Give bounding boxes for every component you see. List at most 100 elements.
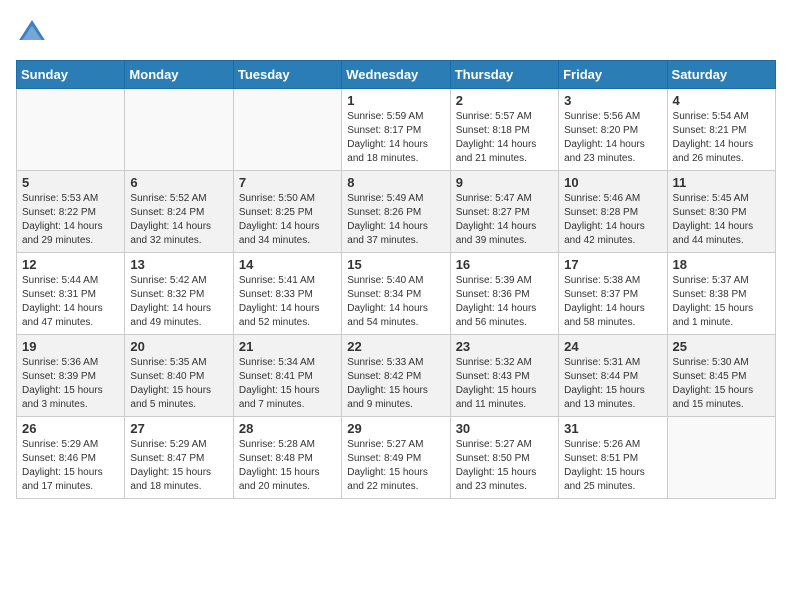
day-info: Sunrise: 5:33 AM Sunset: 8:42 PM Dayligh… <box>347 356 444 412</box>
day-info: Sunrise: 5:50 AM Sunset: 8:25 PM Dayligh… <box>239 192 336 248</box>
day-info: Sunrise: 5:28 AM Sunset: 8:48 PM Dayligh… <box>239 438 336 494</box>
day-number: 16 <box>456 257 553 272</box>
calendar-cell <box>667 417 775 499</box>
day-number: 14 <box>239 257 336 272</box>
column-header-thursday: Thursday <box>450 61 558 89</box>
column-header-sunday: Sunday <box>17 61 125 89</box>
calendar-cell: 1 Sunrise: 5:59 AM Sunset: 8:17 PM Daylig… <box>342 89 450 171</box>
day-info: Sunrise: 5:59 AM Sunset: 8:17 PM Dayligh… <box>347 110 444 166</box>
logo-icon <box>16 16 48 48</box>
day-number: 6 <box>130 175 227 190</box>
calendar-week-2: 5 Sunrise: 5:53 AM Sunset: 8:22 PM Daylig… <box>17 171 776 253</box>
calendar-table: SundayMondayTuesdayWednesdayThursdayFrid… <box>16 60 776 499</box>
day-info: Sunrise: 5:31 AM Sunset: 8:44 PM Dayligh… <box>564 356 661 412</box>
day-number: 26 <box>22 421 119 436</box>
day-info: Sunrise: 5:46 AM Sunset: 8:28 PM Dayligh… <box>564 192 661 248</box>
day-number: 20 <box>130 339 227 354</box>
calendar-cell: 24Sunrise: 5:31 AM Sunset: 8:44 PM Dayli… <box>559 335 667 417</box>
day-info: Sunrise: 5:44 AM Sunset: 8:31 PM Dayligh… <box>22 274 119 330</box>
day-number: 29 <box>347 421 444 436</box>
day-info: Sunrise: 5:53 AM Sunset: 8:22 PM Dayligh… <box>22 192 119 248</box>
day-info: Sunrise: 5:35 AM Sunset: 8:40 PM Dayligh… <box>130 356 227 412</box>
day-number: 18 <box>673 257 770 272</box>
day-info: Sunrise: 5:37 AM Sunset: 8:38 PM Dayligh… <box>673 274 770 330</box>
day-number: 12 <box>22 257 119 272</box>
calendar-cell: 13 Sunrise: 5:42 AM Sunset: 8:32 PM Dayli… <box>125 253 233 335</box>
calendar-cell: 29 Sunrise: 5:27 AM Sunset: 8:49 PM Dayli… <box>342 417 450 499</box>
calendar-cell: 17 Sunrise: 5:38 AM Sunset: 8:37 PM Dayli… <box>559 253 667 335</box>
calendar-cell: 30 Sunrise: 5:27 AM Sunset: 8:50 PM Dayli… <box>450 417 558 499</box>
calendar-cell: 20 Sunrise: 5:35 AM Sunset: 8:40 PM Dayli… <box>125 335 233 417</box>
day-info: Sunrise: 5:38 AM Sunset: 8:37 PM Dayligh… <box>564 274 661 330</box>
day-info: Sunrise: 5:39 AM Sunset: 8:36 PM Dayligh… <box>456 274 553 330</box>
calendar-week-5: 26 Sunrise: 5:29 AM Sunset: 8:46 PM Dayli… <box>17 417 776 499</box>
day-number: 28 <box>239 421 336 436</box>
day-number: 9 <box>456 175 553 190</box>
calendar-week-3: 12 Sunrise: 5:44 AM Sunset: 8:31 PM Dayli… <box>17 253 776 335</box>
column-header-tuesday: Tuesday <box>233 61 341 89</box>
day-info: Sunrise: 5:27 AM Sunset: 8:50 PM Dayligh… <box>456 438 553 494</box>
column-header-saturday: Saturday <box>667 61 775 89</box>
day-info: Sunrise: 5:42 AM Sunset: 8:32 PM Dayligh… <box>130 274 227 330</box>
day-number: 2 <box>456 93 553 108</box>
calendar-cell: 28 Sunrise: 5:28 AM Sunset: 8:48 PM Dayli… <box>233 417 341 499</box>
calendar-cell: 15Sunrise: 5:40 AM Sunset: 8:34 PM Dayli… <box>342 253 450 335</box>
day-number: 11 <box>673 175 770 190</box>
calendar-cell: 3 Sunrise: 5:56 AM Sunset: 8:20 PM Daylig… <box>559 89 667 171</box>
column-header-friday: Friday <box>559 61 667 89</box>
calendar-cell: 31Sunrise: 5:26 AM Sunset: 8:51 PM Dayli… <box>559 417 667 499</box>
calendar-cell: 21Sunrise: 5:34 AM Sunset: 8:41 PM Dayli… <box>233 335 341 417</box>
calendar-cell: 14 Sunrise: 5:41 AM Sunset: 8:33 PM Dayli… <box>233 253 341 335</box>
day-info: Sunrise: 5:57 AM Sunset: 8:18 PM Dayligh… <box>456 110 553 166</box>
calendar-cell: 27 Sunrise: 5:29 AM Sunset: 8:47 PM Dayli… <box>125 417 233 499</box>
day-info: Sunrise: 5:30 AM Sunset: 8:45 PM Dayligh… <box>673 356 770 412</box>
day-number: 23 <box>456 339 553 354</box>
day-number: 31 <box>564 421 661 436</box>
calendar-cell: 4Sunrise: 5:54 AM Sunset: 8:21 PM Daylig… <box>667 89 775 171</box>
calendar-cell: 6 Sunrise: 5:52 AM Sunset: 8:24 PM Daylig… <box>125 171 233 253</box>
calendar-week-4: 19Sunrise: 5:36 AM Sunset: 8:39 PM Dayli… <box>17 335 776 417</box>
calendar-cell: 5 Sunrise: 5:53 AM Sunset: 8:22 PM Daylig… <box>17 171 125 253</box>
day-info: Sunrise: 5:29 AM Sunset: 8:46 PM Dayligh… <box>22 438 119 494</box>
day-number: 19 <box>22 339 119 354</box>
day-number: 8 <box>347 175 444 190</box>
day-number: 1 <box>347 93 444 108</box>
calendar-cell <box>233 89 341 171</box>
calendar-cell <box>125 89 233 171</box>
page-header <box>16 16 776 48</box>
calendar-cell <box>17 89 125 171</box>
calendar-week-1: 1 Sunrise: 5:59 AM Sunset: 8:17 PM Daylig… <box>17 89 776 171</box>
day-info: Sunrise: 5:29 AM Sunset: 8:47 PM Dayligh… <box>130 438 227 494</box>
day-number: 10 <box>564 175 661 190</box>
calendar-cell: 10 Sunrise: 5:46 AM Sunset: 8:28 PM Dayli… <box>559 171 667 253</box>
calendar-cell: 18 Sunrise: 5:37 AM Sunset: 8:38 PM Dayli… <box>667 253 775 335</box>
day-number: 27 <box>130 421 227 436</box>
day-number: 30 <box>456 421 553 436</box>
day-number: 13 <box>130 257 227 272</box>
column-header-monday: Monday <box>125 61 233 89</box>
day-info: Sunrise: 5:41 AM Sunset: 8:33 PM Dayligh… <box>239 274 336 330</box>
day-info: Sunrise: 5:47 AM Sunset: 8:27 PM Dayligh… <box>456 192 553 248</box>
day-info: Sunrise: 5:54 AM Sunset: 8:21 PM Dayligh… <box>673 110 770 166</box>
day-info: Sunrise: 5:56 AM Sunset: 8:20 PM Dayligh… <box>564 110 661 166</box>
day-number: 25 <box>673 339 770 354</box>
day-number: 5 <box>22 175 119 190</box>
calendar-cell: 7Sunrise: 5:50 AM Sunset: 8:25 PM Daylig… <box>233 171 341 253</box>
calendar-cell: 8 Sunrise: 5:49 AM Sunset: 8:26 PM Daylig… <box>342 171 450 253</box>
day-info: Sunrise: 5:32 AM Sunset: 8:43 PM Dayligh… <box>456 356 553 412</box>
day-info: Sunrise: 5:49 AM Sunset: 8:26 PM Dayligh… <box>347 192 444 248</box>
calendar-cell: 12 Sunrise: 5:44 AM Sunset: 8:31 PM Dayli… <box>17 253 125 335</box>
calendar-cell: 2 Sunrise: 5:57 AM Sunset: 8:18 PM Daylig… <box>450 89 558 171</box>
logo <box>16 16 52 48</box>
day-info: Sunrise: 5:27 AM Sunset: 8:49 PM Dayligh… <box>347 438 444 494</box>
day-number: 3 <box>564 93 661 108</box>
calendar-cell: 22Sunrise: 5:33 AM Sunset: 8:42 PM Dayli… <box>342 335 450 417</box>
calendar-cell: 23 Sunrise: 5:32 AM Sunset: 8:43 PM Dayli… <box>450 335 558 417</box>
day-info: Sunrise: 5:52 AM Sunset: 8:24 PM Dayligh… <box>130 192 227 248</box>
day-number: 17 <box>564 257 661 272</box>
calendar-cell: 25 Sunrise: 5:30 AM Sunset: 8:45 PM Dayli… <box>667 335 775 417</box>
column-header-wednesday: Wednesday <box>342 61 450 89</box>
day-number: 15 <box>347 257 444 272</box>
day-number: 21 <box>239 339 336 354</box>
calendar-cell: 19Sunrise: 5:36 AM Sunset: 8:39 PM Dayli… <box>17 335 125 417</box>
